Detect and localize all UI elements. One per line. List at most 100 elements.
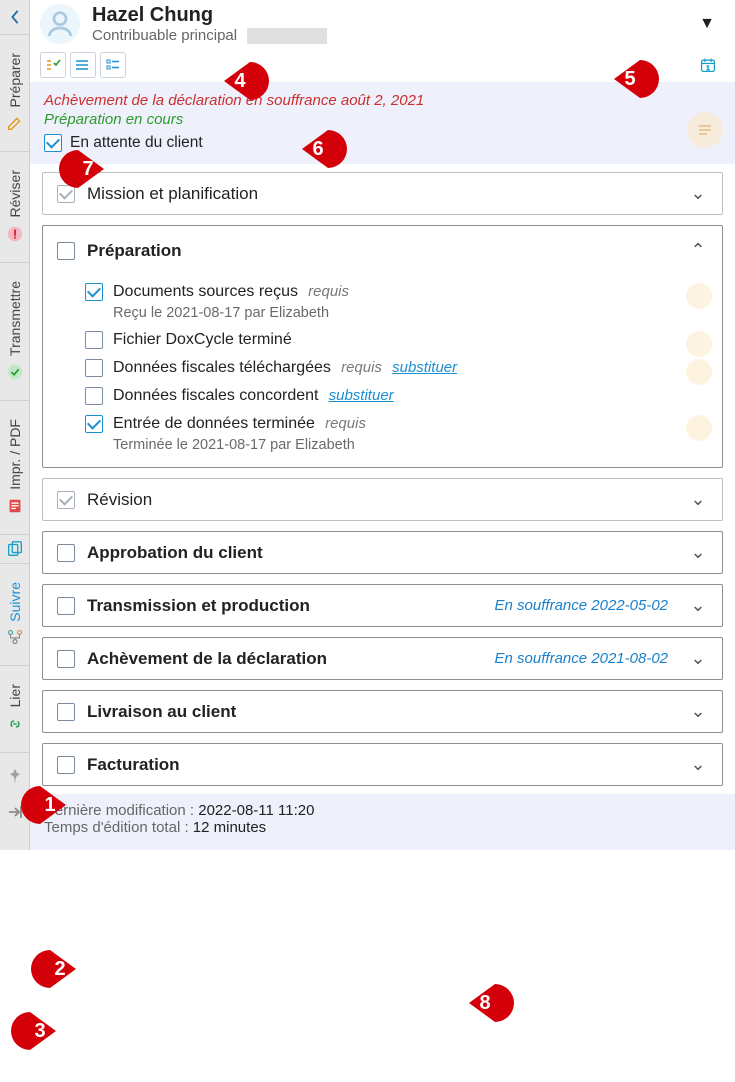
edit-time-value: 12 minutes: [193, 819, 266, 836]
section-achevement[interactable]: Achèvement de la déclaration En souffran…: [42, 637, 723, 680]
task-required: requis: [341, 359, 382, 376]
task-checkbox[interactable]: [85, 283, 103, 301]
task-checkbox[interactable]: [85, 359, 103, 377]
last-mod-value: 2022-08-11 11:20: [198, 802, 314, 819]
header-menu-caret[interactable]: ▼: [693, 9, 721, 39]
header: Hazel Chung Contribuable principal ▼: [30, 0, 735, 48]
view-mode-3-icon[interactable]: [100, 52, 126, 78]
vtab-lier[interactable]: Lier: [0, 666, 30, 752]
section-checkbox[interactable]: [57, 703, 75, 721]
chevron-down-icon: ⌄: [688, 595, 708, 616]
callout-3: 3: [10, 1010, 60, 1052]
section-title: Préparation: [87, 241, 676, 261]
section-livraison[interactable]: Livraison au client ⌄: [42, 690, 723, 733]
vtab-label: Préparer: [7, 53, 23, 107]
section-checkbox[interactable]: [57, 185, 75, 203]
sections: Mission et planification ⌄ Préparation ⌃: [30, 164, 735, 794]
main-panel: Hazel Chung Contribuable principal ▼: [30, 0, 735, 850]
section-header[interactable]: Préparation ⌃: [57, 240, 708, 261]
edit-time-label: Temps d'édition total :: [44, 819, 193, 836]
waiting-client-label: En attente du client: [70, 134, 203, 152]
view-mode-1-icon[interactable]: [40, 52, 66, 78]
chevron-up-icon: ⌃: [688, 240, 708, 261]
section-checkbox[interactable]: [57, 650, 75, 668]
section-approbation[interactable]: Approbation du client ⌄: [42, 531, 723, 574]
section-revision[interactable]: Révision ⌄: [42, 478, 723, 521]
client-name: Hazel Chung: [92, 4, 681, 27]
task-label: Documents sources reçus: [113, 283, 298, 300]
section-checkbox[interactable]: [57, 491, 75, 509]
section-title: Approbation du client: [87, 543, 676, 563]
task-row: Documents sources reçus requis Reçu le 2…: [85, 283, 708, 321]
tree-icon: [5, 627, 25, 647]
app-root: Préparer Réviser Transmettre Impr. / PDF: [0, 0, 735, 850]
section-title: Achèvement de la déclaration: [87, 649, 483, 669]
memo-icon[interactable]: [686, 283, 712, 309]
view-mode-2-icon[interactable]: [70, 52, 96, 78]
success-icon: [5, 362, 25, 382]
task-label: Fichier DoxCycle terminé: [113, 331, 292, 349]
section-title: Révision: [87, 490, 676, 510]
waiting-client-checkbox[interactable]: [44, 134, 62, 152]
memo-icon[interactable]: [687, 112, 723, 148]
task-label: Données fiscales téléchargées: [113, 359, 331, 376]
task-row: Données fiscales concordent substituer: [85, 387, 708, 405]
calendar-icon[interactable]: 1: [695, 52, 721, 78]
collapse-icon[interactable]: [6, 803, 24, 821]
section-checkbox[interactable]: [57, 597, 75, 615]
header-text: Hazel Chung Contribuable principal: [92, 4, 681, 44]
task-required: requis: [325, 415, 366, 432]
memo-icon[interactable]: [686, 359, 712, 385]
vertical-sidebar: Préparer Réviser Transmettre Impr. / PDF: [0, 0, 30, 850]
task-substitute-link[interactable]: substituer: [329, 387, 394, 404]
task-checkbox[interactable]: [85, 331, 103, 349]
task-row: Entrée de données terminée requis Termin…: [85, 415, 708, 453]
back-button[interactable]: [0, 0, 30, 34]
section-title: Facturation: [87, 755, 676, 775]
svg-text:1: 1: [706, 65, 710, 72]
waiting-client-row: En attente du client: [44, 134, 721, 152]
task-label: Données fiscales concordent: [113, 387, 318, 404]
callout-2: 2: [30, 948, 80, 990]
section-title: Mission et planification: [87, 184, 676, 204]
memo-icon[interactable]: [686, 415, 712, 441]
task-substitute-link[interactable]: substituer: [392, 359, 457, 376]
section-status: En souffrance 2021-08-02: [495, 650, 668, 667]
task-meta: Terminée le 2021-08-17 par Elizabeth: [113, 437, 366, 453]
avatar: [40, 4, 80, 44]
link-icon: [5, 714, 25, 734]
vtab-preparer[interactable]: Préparer: [0, 34, 30, 152]
section-facturation[interactable]: Facturation ⌄: [42, 743, 723, 786]
task-checkbox[interactable]: [85, 415, 103, 433]
section-transmission[interactable]: Transmission et production En souffrance…: [42, 584, 723, 627]
vtab-reviser[interactable]: Réviser: [0, 152, 30, 262]
callout-8: 8: [465, 982, 515, 1024]
task-meta: Reçu le 2021-08-17 par Elizabeth: [113, 305, 349, 321]
copy-icon[interactable]: [5, 539, 25, 559]
task-required: requis: [308, 283, 349, 300]
vtab-transmettre[interactable]: Transmettre: [0, 263, 30, 401]
pdf-icon: [5, 496, 25, 516]
sidebar-tail: [6, 753, 24, 835]
section-title: Livraison au client: [87, 702, 676, 722]
task-label: Entrée de données terminée: [113, 415, 315, 432]
section-checkbox[interactable]: [57, 756, 75, 774]
section-checkbox[interactable]: [57, 242, 75, 260]
section-mission[interactable]: Mission et planification ⌄: [42, 172, 723, 215]
chevron-down-icon: ⌄: [688, 754, 708, 775]
client-role: Contribuable principal: [92, 27, 681, 44]
vtab-pdf[interactable]: Impr. / PDF: [0, 401, 30, 535]
section-title: Transmission et production: [87, 596, 483, 616]
toolbar: 1: [30, 48, 735, 82]
section-body: Documents sources reçus requis Reçu le 2…: [57, 283, 708, 453]
chevron-down-icon: ⌄: [688, 542, 708, 563]
pin-icon[interactable]: [6, 767, 24, 785]
section-checkbox[interactable]: [57, 544, 75, 562]
status-panel: Achèvement de la déclaration en souffran…: [30, 82, 735, 164]
chevron-down-icon: ⌄: [688, 489, 708, 510]
memo-icon[interactable]: [686, 331, 712, 357]
vtab-label: Réviser: [7, 170, 23, 217]
task-row: Fichier DoxCycle terminé: [85, 331, 708, 349]
vtab-suivre[interactable]: Suivre: [0, 564, 30, 667]
task-checkbox[interactable]: [85, 387, 103, 405]
